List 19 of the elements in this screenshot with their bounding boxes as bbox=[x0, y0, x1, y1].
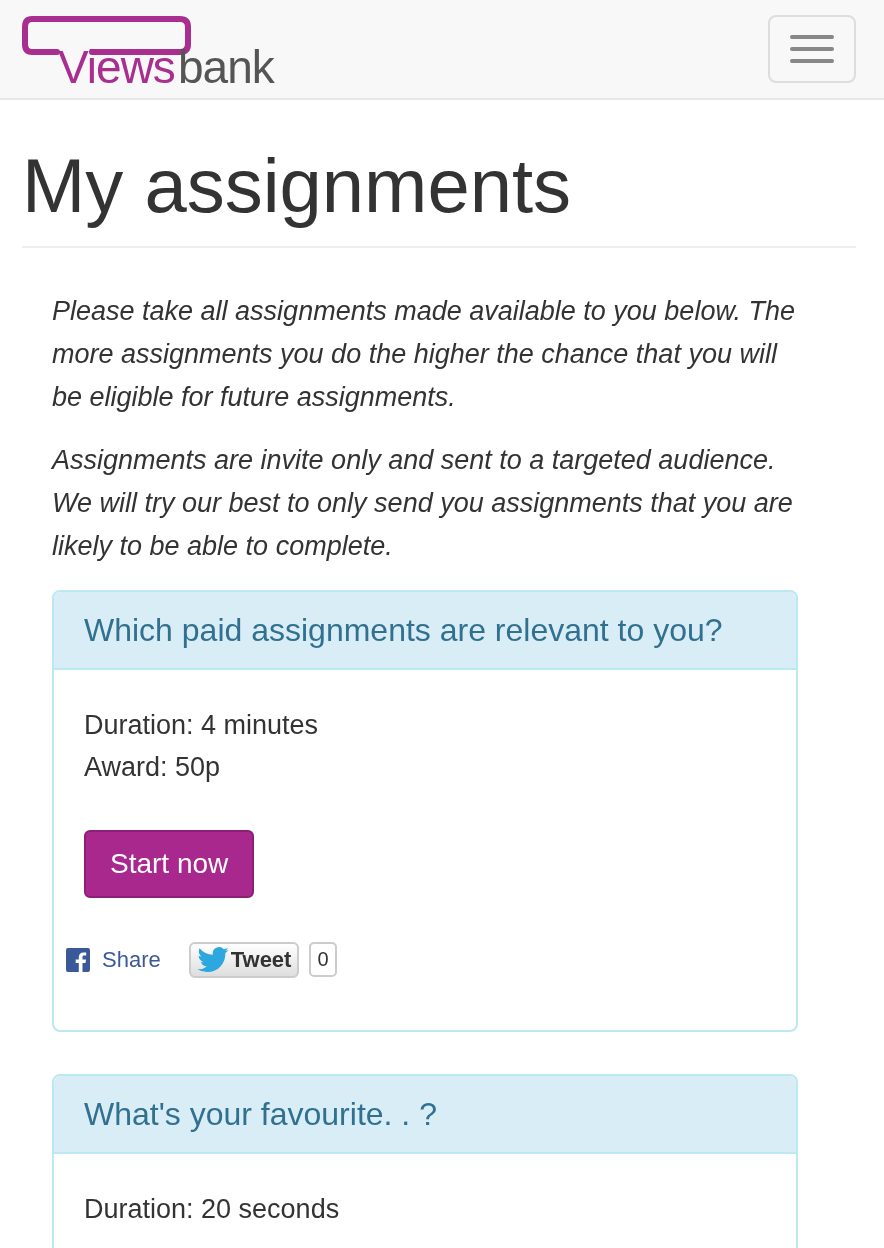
page-title: My assignments bbox=[22, 100, 856, 248]
logo[interactable]: Viewsbank bbox=[22, 8, 312, 90]
assignment-detail: Award: 50p bbox=[84, 750, 222, 784]
intro-paragraph: Assignments are invite only and sent to a targeted audience. We will try our best to only send you assignments that you are likely to be able to complete. bbox=[52, 443, 794, 563]
bird-icon bbox=[196, 946, 229, 973]
intro-paragraph: Please take all assignments made available to you below. The more assignments you do the higher the chance that you will be eligible for future assignments. bbox=[52, 294, 796, 414]
assignment-detail: Duration: 4 minutes bbox=[84, 708, 320, 742]
logo-text: bank bbox=[178, 44, 274, 90]
facebook-share-link[interactable]: Share bbox=[66, 946, 161, 973]
assignment-title: What's your favourite. . ? bbox=[84, 1094, 438, 1134]
assignment-title: Which paid assignments are relevant to you? bbox=[84, 610, 724, 650]
tweet-button[interactable]: Tweet bbox=[188, 941, 300, 978]
assignment-detail: Duration: 20 seconds bbox=[84, 1192, 341, 1226]
logo-text: Views bbox=[58, 44, 175, 90]
menu-icon bbox=[790, 35, 834, 63]
menu-button[interactable] bbox=[768, 15, 856, 83]
start-button[interactable]: Start now bbox=[84, 829, 255, 898]
facebook-icon bbox=[66, 947, 90, 972]
tweet-count: 0 bbox=[309, 942, 337, 978]
